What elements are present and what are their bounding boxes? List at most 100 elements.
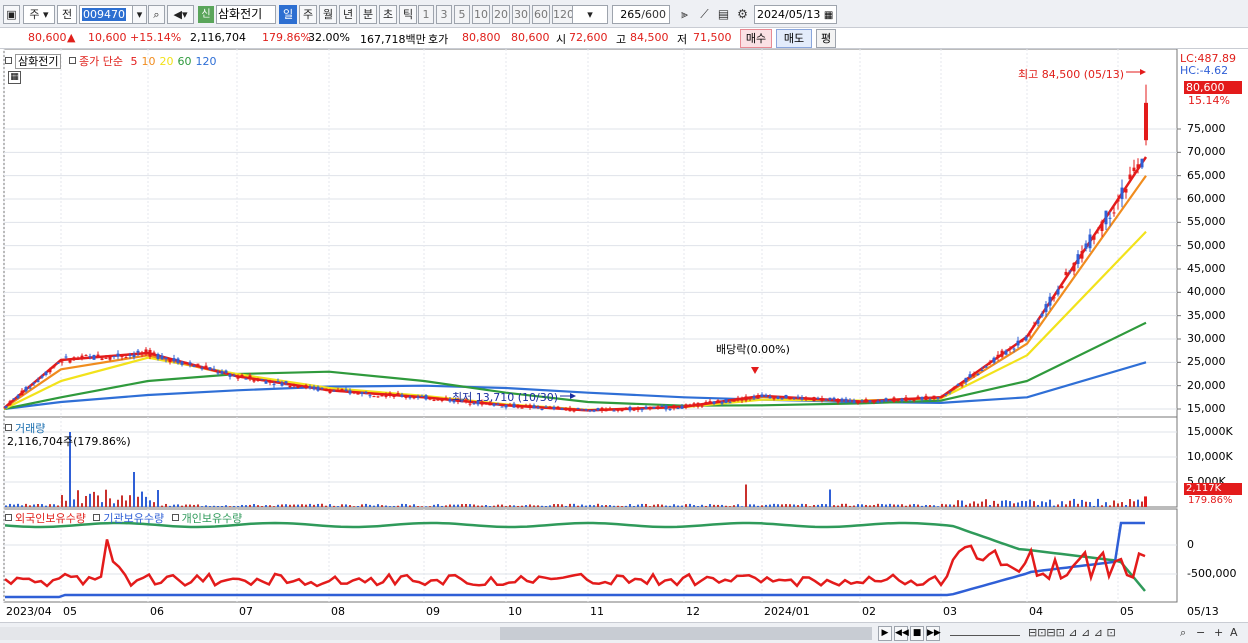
legend-box-icon[interactable] xyxy=(5,57,12,64)
volume-bar xyxy=(273,506,275,507)
average-button[interactable]: 평 xyxy=(816,29,836,48)
change-percent: +15.14% xyxy=(130,31,182,44)
price-tick-label: 25,000 xyxy=(1187,355,1226,369)
search-icon[interactable]: ⌕ xyxy=(148,5,165,24)
volume-ratio: 179.86% xyxy=(262,31,311,44)
candle-body xyxy=(752,396,756,399)
period-tab[interactable]: 년 xyxy=(339,5,357,24)
zoom-out-icon[interactable]: − xyxy=(1196,626,1205,639)
font-size-icon[interactable]: A xyxy=(1230,626,1238,639)
stop-icon[interactable]: ■ xyxy=(910,626,924,641)
date-field[interactable]: 2024/05/13 ▦ xyxy=(754,5,837,24)
prefix-button[interactable]: 전 xyxy=(57,5,77,24)
zoom-slider[interactable] xyxy=(950,626,1020,636)
custom-interval-dropdown[interactable]: ▾ xyxy=(572,5,608,24)
interval-button[interactable]: 10 xyxy=(472,5,490,24)
interval-button[interactable]: 3 xyxy=(436,5,452,24)
volume-bar xyxy=(593,505,595,507)
candle-body xyxy=(932,395,936,400)
volume-bar xyxy=(1017,502,1019,507)
period-dropdown[interactable]: 주 ▾ xyxy=(23,5,55,24)
volume-bar xyxy=(849,505,851,507)
speaker-icon[interactable]: ◀▾ xyxy=(167,5,194,24)
calendar-icon[interactable]: ▦ xyxy=(824,10,833,21)
candle-body xyxy=(32,382,36,384)
period-tab[interactable]: 주 xyxy=(299,5,317,24)
volume-bar xyxy=(589,504,591,507)
volume-bar xyxy=(337,506,339,507)
volume-bar xyxy=(777,504,779,507)
candle-body xyxy=(856,402,860,404)
candle-body xyxy=(316,386,320,391)
forward-icon[interactable]: ▶▶ xyxy=(926,626,941,641)
volume-bar xyxy=(1013,503,1015,507)
legend-ma-60: 60 xyxy=(177,55,192,68)
chart-canvas[interactable] xyxy=(0,49,1248,622)
layout-icons[interactable]: ⊟⊡⊟⊡ ⊿ ⊿ ⊿ ⊡ xyxy=(1028,626,1116,639)
candle-body xyxy=(500,406,504,408)
sell-button[interactable]: 매도 xyxy=(776,29,812,48)
interval-button[interactable]: 30 xyxy=(512,5,530,24)
period-tab[interactable]: 분 xyxy=(359,5,377,24)
save-icon[interactable]: ▤ xyxy=(715,6,732,23)
zoom-in-icon[interactable]: + xyxy=(1214,626,1223,639)
legend-box-icon[interactable] xyxy=(68,57,76,64)
candle-body xyxy=(308,386,312,389)
candle-body xyxy=(832,397,836,400)
interval-button[interactable]: 20 xyxy=(492,5,510,24)
zoom-search-icon[interactable]: ⌕ xyxy=(1180,626,1186,640)
candle-body xyxy=(692,403,696,406)
volume-bar xyxy=(945,504,947,507)
scrollbar-thumb[interactable] xyxy=(500,627,872,640)
candle-body xyxy=(324,388,328,391)
candle-body xyxy=(348,390,352,394)
buy-button[interactable]: 매수 xyxy=(740,29,772,48)
chart-area[interactable]: 삼화전기 종가 단순 5 10 20 60 120 ▦ LC:487.89 HC:-4.… xyxy=(0,49,1248,643)
volume-bar xyxy=(469,504,471,507)
volume-bar xyxy=(1029,499,1031,507)
holdings-legend: 외국인보유수량 기관보유수량 개인보유수량 xyxy=(5,510,242,526)
period-tab[interactable]: 틱 xyxy=(399,5,417,24)
current-price-tag: 80,600 xyxy=(1184,81,1242,94)
scroll-right-icon[interactable]: ▶ xyxy=(878,626,892,641)
candle-body xyxy=(1100,221,1104,231)
legend-box-icon[interactable] xyxy=(171,514,179,521)
candle-tool-icon[interactable]: ⫸ xyxy=(676,6,693,23)
candle-body xyxy=(980,369,984,371)
code-dropdown-icon[interactable]: ▾ xyxy=(132,5,147,24)
rewind-icon[interactable]: ◀◀ xyxy=(894,626,909,641)
interval-button[interactable]: 1 xyxy=(418,5,434,24)
volume-bar xyxy=(325,505,327,507)
interval-button[interactable]: 5 xyxy=(454,5,470,24)
window-menu-icon[interactable]: ▣ xyxy=(3,5,20,24)
period-tab[interactable]: 초 xyxy=(379,5,397,24)
volume-bar xyxy=(177,504,179,507)
candle-body xyxy=(284,381,288,384)
interval-button[interactable]: 120 xyxy=(552,5,573,24)
candle-body xyxy=(568,407,572,412)
interval-button[interactable]: 60 xyxy=(532,5,550,24)
candle-body xyxy=(660,405,664,407)
volume-bar xyxy=(641,503,643,507)
volume-panel-frame xyxy=(3,416,1178,508)
candle-body xyxy=(264,380,268,384)
volume-bar xyxy=(533,505,535,507)
legend-box-icon[interactable] xyxy=(93,514,101,521)
high-marker-arrow xyxy=(1140,69,1146,75)
candle-body xyxy=(76,358,80,360)
calculator-icon[interactable]: ▦ xyxy=(8,71,21,84)
candle-body xyxy=(304,385,308,388)
legend-box-icon[interactable] xyxy=(5,514,12,521)
volume-bar xyxy=(957,500,959,507)
period-tab[interactable]: 일 xyxy=(279,5,297,24)
stock-name-field[interactable]: 삼화전기 xyxy=(216,5,276,24)
data-count-field[interactable]: 265/600 xyxy=(612,5,670,24)
draw-line-icon[interactable]: ⟋ xyxy=(696,6,713,23)
candle-body xyxy=(520,407,524,409)
volume-bar xyxy=(713,504,715,507)
period-tab[interactable]: 월 xyxy=(319,5,337,24)
legend-box-icon[interactable] xyxy=(5,424,12,431)
settings-gear-icon[interactable]: ⚙ xyxy=(734,6,751,23)
volume-bar xyxy=(465,503,467,507)
volume-bar xyxy=(229,506,231,507)
